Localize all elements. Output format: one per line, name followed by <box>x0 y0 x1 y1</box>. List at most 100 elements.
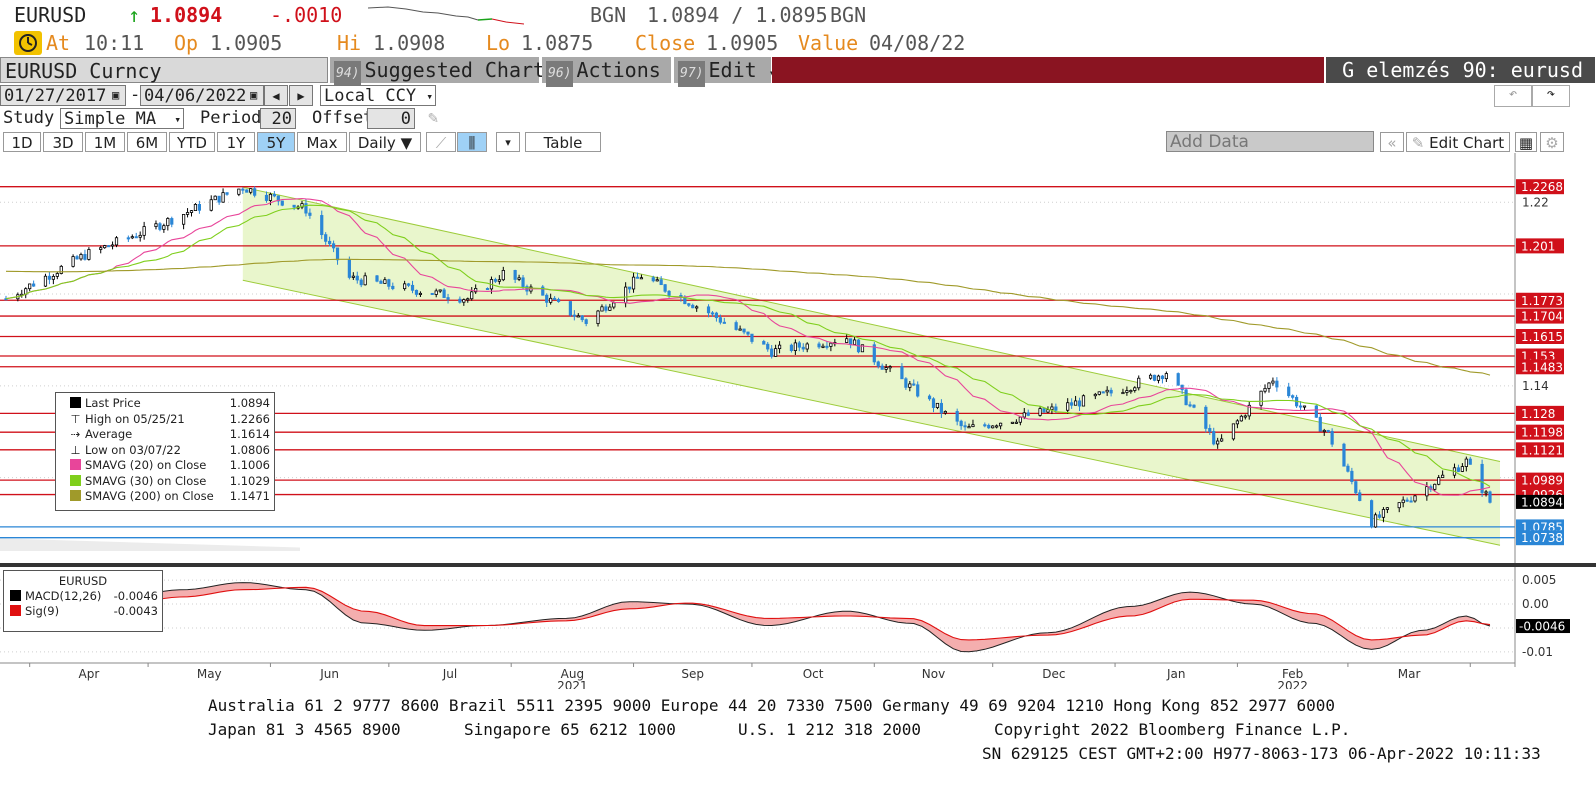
candle-body <box>612 302 616 308</box>
level-tag-label: 1.1121 <box>1521 443 1563 457</box>
candle-body <box>43 275 48 287</box>
clock-icon[interactable] <box>14 31 42 55</box>
candle-body <box>1381 509 1386 518</box>
candle-body <box>939 402 943 414</box>
bar-chart-icon[interactable]: ⫼ <box>457 132 487 152</box>
candle-body <box>197 203 201 211</box>
security-field[interactable]: EURUSD Curncy <box>0 57 328 83</box>
candle-body <box>272 193 276 197</box>
candle-body <box>47 275 52 280</box>
month-label: Jun <box>319 667 339 681</box>
candle-body <box>1070 402 1074 406</box>
candle-body <box>553 297 557 300</box>
candle-body <box>991 425 995 429</box>
tab-5y[interactable]: 5Y <box>257 132 295 152</box>
candle-body <box>888 366 892 369</box>
year-label: 2021 <box>557 679 588 689</box>
candle-body <box>237 188 241 195</box>
legend-value: 1.0806 <box>229 442 270 457</box>
candle-body <box>568 301 572 316</box>
calendar-icon[interactable]: ▣ <box>112 85 119 106</box>
double-chevron-left-icon[interactable]: « <box>1380 132 1404 152</box>
offset-field[interactable]: 0 <box>367 108 415 129</box>
edit-number: 97) <box>678 61 706 87</box>
redo-button[interactable]: ↷ <box>1532 85 1570 107</box>
pencil-icon[interactable]: ✎ <box>428 108 438 129</box>
candle-body <box>1081 395 1086 407</box>
candle-body <box>114 237 119 246</box>
prev-period-button[interactable]: ◀ <box>264 85 288 106</box>
tab-ytd[interactable]: YTD <box>169 132 215 152</box>
candle-body <box>442 289 446 298</box>
candle-body <box>470 291 474 300</box>
candle-body <box>1433 483 1437 490</box>
last-price: 1.0894 <box>150 3 223 27</box>
legend-value: 1.1471 <box>229 489 270 503</box>
tab-1y[interactable]: 1Y <box>217 132 255 152</box>
candle-body <box>1129 390 1133 393</box>
legend-row: ⊥ Low on 03/07/22 1.0806 <box>60 443 270 459</box>
candle-body <box>1330 430 1334 445</box>
frequency-select[interactable]: Daily ▼ <box>349 132 421 152</box>
candle-body <box>466 298 470 301</box>
tab-1m[interactable]: 1M <box>85 132 125 152</box>
chevron-down-icon: ▼ <box>400 134 413 152</box>
legend-row: ⊤ High on 05/25/21 1.2266 <box>60 412 270 428</box>
macd-chart[interactable]: 0.0050.00-0.005-0.01-0.0046 AprMayJunJul… <box>0 567 1596 689</box>
net-change: -.0010 <box>270 3 343 27</box>
candle-body <box>1425 486 1429 497</box>
candle-body <box>1042 408 1046 413</box>
candle-body <box>493 279 498 282</box>
candle-body <box>1287 386 1291 397</box>
study-select[interactable]: Simple MA ▾ <box>60 108 184 129</box>
candle-body <box>1358 492 1362 501</box>
edit-chart-button[interactable]: ✎ Edit Chart <box>1406 132 1510 152</box>
candle-body <box>87 249 91 260</box>
candle-body <box>375 275 379 282</box>
edit-menu[interactable]: 97)Edit ▾ <box>674 57 776 87</box>
candle-body <box>1109 389 1113 394</box>
candle-body <box>501 270 505 281</box>
gear-icon[interactable]: ⚙ <box>1540 132 1564 152</box>
tab-3d[interactable]: 3D <box>43 132 83 152</box>
candle-body <box>935 402 940 408</box>
candle-body <box>403 283 407 290</box>
actions-menu[interactable]: 96)Actions ▾ <box>542 57 680 87</box>
candle-body <box>170 218 174 225</box>
candle-body <box>414 289 419 295</box>
candle-body <box>1239 415 1243 422</box>
start-date-field[interactable]: 01/27/2017 <box>0 85 126 106</box>
tab-1d[interactable]: 1D <box>3 132 41 152</box>
chevron-down-icon[interactable]: ▾ <box>496 132 520 152</box>
candle-body <box>927 395 932 400</box>
edit-chart-label: Edit Chart <box>1429 134 1505 152</box>
chart-settings-icon[interactable]: ▦ <box>1515 132 1537 152</box>
chevron-down-icon: ▾ <box>426 90 433 103</box>
candle-body <box>1480 463 1484 493</box>
up-arrow-icon: ↑ <box>128 3 141 27</box>
tab-6m[interactable]: 6M <box>127 132 167 152</box>
candle-body <box>624 286 628 304</box>
table-button[interactable]: Table <box>525 132 601 152</box>
calendar-icon[interactable]: ▣ <box>250 85 257 106</box>
candle-body <box>193 203 198 211</box>
candle-body <box>1259 390 1263 406</box>
end-date-field[interactable]: 04/06/2022 <box>140 85 264 106</box>
date-separator: - <box>130 85 141 105</box>
line-chart-icon[interactable]: ⟋ <box>426 132 456 152</box>
candle-body <box>1220 438 1224 442</box>
candle-body <box>931 398 936 408</box>
candle-body <box>1156 375 1161 381</box>
next-period-button[interactable]: ▶ <box>289 85 313 106</box>
suggested-charts-button[interactable]: 94) Suggested Charts <box>330 57 557 87</box>
period-field[interactable]: 20 <box>260 108 296 129</box>
candle-body <box>189 210 194 213</box>
candle-body <box>987 424 991 429</box>
candle-body <box>75 256 79 260</box>
currency-select[interactable]: Local CCY ▾ <box>320 85 436 106</box>
add-data-input[interactable]: Add Data <box>1166 131 1374 152</box>
footer-contact-us: U.S. 1 212 318 2000 <box>738 720 922 739</box>
undo-button[interactable]: ↶ <box>1494 85 1532 107</box>
tab-max[interactable]: Max <box>297 132 347 152</box>
candle-body <box>600 306 604 312</box>
